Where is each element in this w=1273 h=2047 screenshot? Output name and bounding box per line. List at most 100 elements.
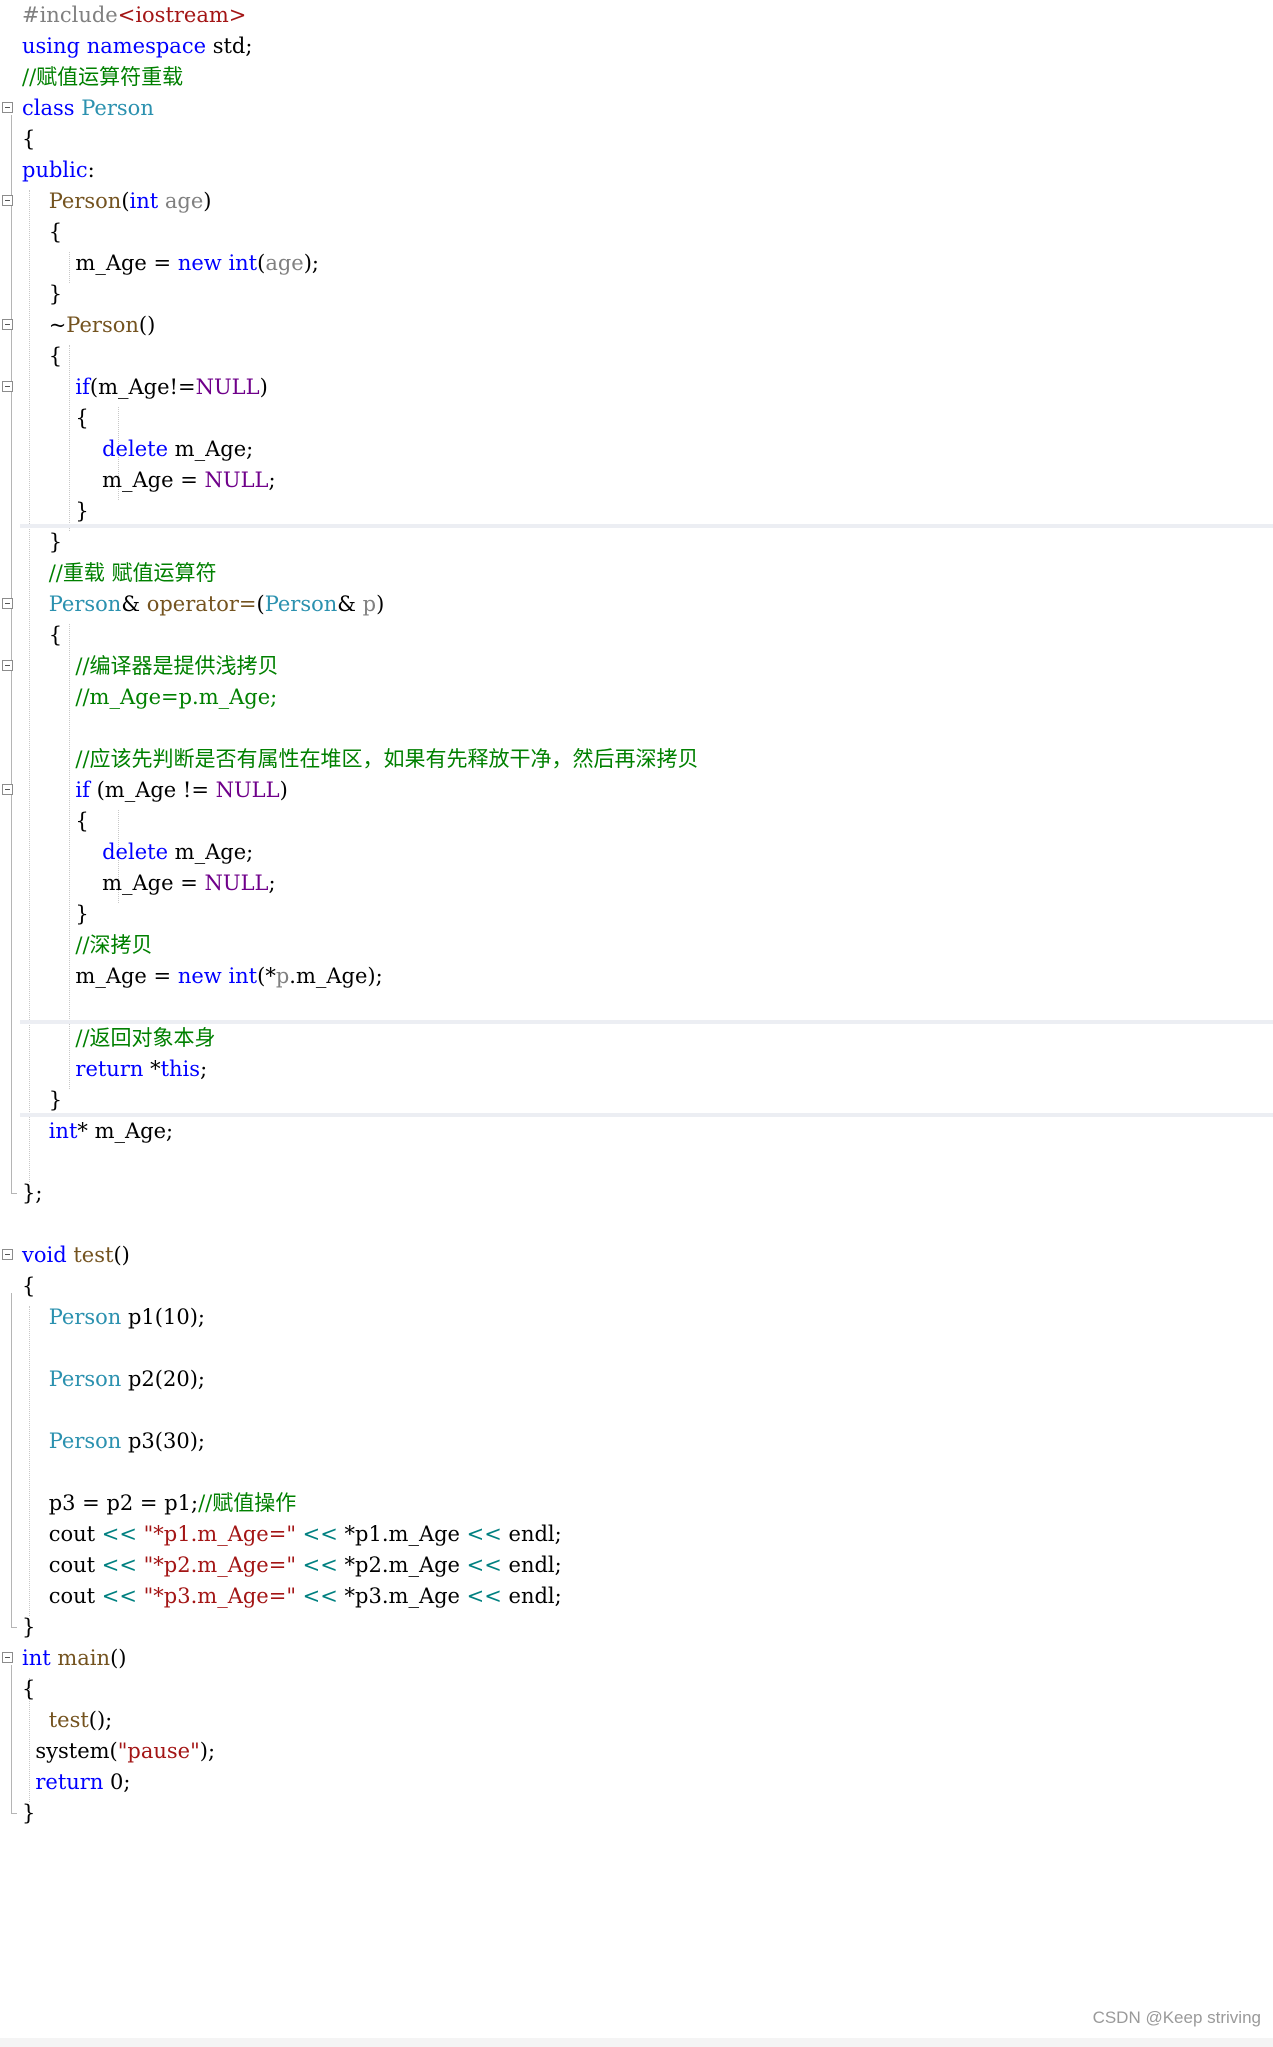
code-line[interactable]: m_Age = new int(age); (0, 248, 1273, 279)
code-line[interactable]: }; (0, 1178, 1273, 1209)
collapse-icon[interactable] (2, 784, 13, 795)
code-line[interactable] (0, 713, 1273, 744)
collapse-icon[interactable] (2, 195, 13, 206)
code-line[interactable]: } (0, 527, 1273, 558)
code-line[interactable]: public: (0, 155, 1273, 186)
collapse-icon[interactable] (2, 598, 13, 609)
code-line[interactable]: //返回对象本身 (0, 1023, 1273, 1054)
code-token: p (275, 964, 290, 988)
code-line[interactable]: m_Age = new int(*p.m_Age); (0, 961, 1273, 992)
code-line[interactable]: system("pause"); (0, 1736, 1273, 1767)
code-line[interactable] (0, 1209, 1273, 1240)
code-line[interactable]: ~Person() (0, 310, 1273, 341)
code-line[interactable]: } (0, 279, 1273, 310)
collapse-icon[interactable] (2, 102, 13, 113)
code-line[interactable]: int* m_Age; (0, 1116, 1273, 1147)
code-line[interactable]: //深拷贝 (0, 930, 1273, 961)
code-line[interactable] (0, 1395, 1273, 1426)
code-line[interactable]: Person p1(10); (0, 1302, 1273, 1333)
code-line[interactable]: //应该先判断是否有属性在堆区，如果有先释放干净，然后再深拷贝 (0, 744, 1273, 775)
code-text: { (22, 341, 62, 372)
code-text: }; (22, 1178, 42, 1209)
code-text: #include<iostream> (22, 0, 246, 31)
code-line[interactable] (0, 1333, 1273, 1364)
code-line[interactable]: cout << "*p3.m_Age=" << *p3.m_Age << end… (0, 1581, 1273, 1612)
code-line[interactable]: return 0; (0, 1767, 1273, 1798)
code-token: "*p1.m_Age=" (143, 1522, 296, 1546)
code-line[interactable]: delete m_Age; (0, 434, 1273, 465)
code-line[interactable]: //赋值运算符重载 (0, 62, 1273, 93)
code-token: public (22, 158, 88, 182)
code-line[interactable]: using namespace std; (0, 31, 1273, 62)
code-text: { (22, 124, 35, 155)
code-line[interactable]: { (0, 341, 1273, 372)
code-line[interactable]: { (0, 1271, 1273, 1302)
code-token: (m_Age != (89, 778, 216, 802)
collapse-icon[interactable] (2, 660, 13, 671)
code-token: << (101, 1522, 137, 1546)
code-line[interactable]: delete m_Age; (0, 837, 1273, 868)
code-line[interactable]: } (0, 1798, 1273, 1829)
code-line[interactable]: //m_Age=p.m_Age; (0, 682, 1273, 713)
code-line[interactable]: Person(int age) (0, 186, 1273, 217)
code-line[interactable] (0, 1147, 1273, 1178)
code-token: class (22, 96, 75, 120)
code-line[interactable]: int main() (0, 1643, 1273, 1674)
code-text: if(m_Age!=NULL) (22, 372, 267, 403)
code-line[interactable]: { (0, 217, 1273, 248)
code-line[interactable]: m_Age = NULL; (0, 868, 1273, 899)
code-line[interactable]: Person p2(20); (0, 1364, 1273, 1395)
code-line[interactable]: if (m_Age != NULL) (0, 775, 1273, 806)
code-line[interactable]: } (0, 899, 1273, 930)
code-line[interactable]: { (0, 806, 1273, 837)
code-line[interactable]: { (0, 620, 1273, 651)
code-editor[interactable]: #include<iostream> using namespace std;//… (0, 0, 1273, 2047)
code-line[interactable]: } (0, 1612, 1273, 1643)
code-line[interactable] (0, 992, 1273, 1023)
code-token: ( (256, 592, 265, 616)
code-line[interactable]: } (0, 496, 1273, 527)
code-line[interactable]: //编译器是提供浅拷贝 (0, 651, 1273, 682)
code-token: "*p2.m_Age=" (143, 1553, 296, 1577)
code-line[interactable]: { (0, 124, 1273, 155)
code-line[interactable]: cout << "*p2.m_Age=" << *p2.m_Age << end… (0, 1550, 1273, 1581)
code-text: return 0; (22, 1767, 130, 1798)
code-line[interactable]: if(m_Age!=NULL) (0, 372, 1273, 403)
code-text: m_Age = new int(*p.m_Age); (22, 961, 382, 992)
code-line[interactable]: class Person (0, 93, 1273, 124)
code-line[interactable]: p3 = p2 = p1;//赋值操作 (0, 1488, 1273, 1519)
code-line[interactable]: m_Age = NULL; (0, 465, 1273, 496)
code-line[interactable]: Person& operator=(Person& p) (0, 589, 1273, 620)
collapse-icon[interactable] (2, 319, 13, 330)
collapse-icon[interactable] (2, 381, 13, 392)
code-token: *p2.m_Age (337, 1553, 467, 1577)
code-line[interactable]: cout << "*p1.m_Age=" << *p1.m_Age << end… (0, 1519, 1273, 1550)
code-line[interactable] (0, 1457, 1273, 1488)
code-line[interactable]: return *this; (0, 1054, 1273, 1085)
code-token: //m_Age=p.m_Age; (75, 685, 278, 709)
code-line[interactable]: } (0, 1085, 1273, 1116)
code-line[interactable]: Person p3(30); (0, 1426, 1273, 1457)
code-line[interactable]: void test() (0, 1240, 1273, 1271)
code-token: p1(10); (121, 1305, 205, 1329)
code-token: <iostream> (117, 3, 247, 27)
code-line[interactable]: { (0, 403, 1273, 434)
code-token: (); (88, 1708, 113, 1732)
code-token: () (138, 313, 156, 337)
collapse-icon[interactable] (2, 1249, 13, 1260)
code-token: << (302, 1584, 338, 1608)
code-text: //返回对象本身 (22, 1023, 215, 1054)
code-token: * (143, 1057, 161, 1081)
code-line[interactable]: //重载 赋值运算符 (0, 558, 1273, 589)
code-token: m_Age = (22, 468, 205, 492)
code-text: cout << "*p1.m_Age=" << *p1.m_Age << end… (22, 1519, 562, 1550)
code-line[interactable]: #include<iostream> (0, 0, 1273, 31)
code-token: #include (22, 3, 118, 27)
code-line[interactable]: test(); (0, 1705, 1273, 1736)
collapse-icon[interactable] (2, 1652, 13, 1663)
code-line[interactable]: { (0, 1674, 1273, 1705)
code-text: void test() (22, 1240, 130, 1271)
